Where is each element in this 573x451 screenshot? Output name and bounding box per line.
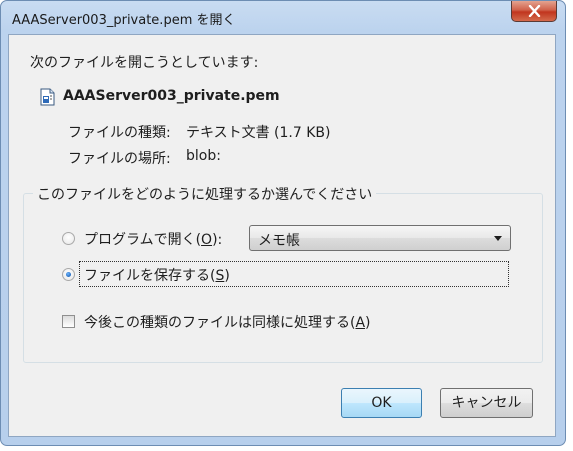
remember-choice-checkbox[interactable] [62, 315, 75, 328]
title-bar[interactable]: AAAServer003_private.pem を開く [1, 1, 565, 35]
window-title: AAAServer003_private.pem を開く [12, 13, 236, 28]
file-type-value: テキスト文書 (1.7 KB) [186, 125, 331, 141]
action-group-title: このファイルをどのように処理するか選んでください [33, 184, 377, 204]
open-with-radio[interactable] [62, 232, 75, 245]
file-location-value: blob: [186, 148, 221, 164]
close-button[interactable] [511, 1, 557, 22]
save-file-label[interactable]: ファイルを保存する(S) [84, 265, 230, 285]
file-type-label: ファイルの種類: [68, 125, 171, 141]
program-select-value: メモ帳 [258, 233, 300, 249]
chevron-down-icon [494, 236, 502, 241]
intro-text: 次のファイルを開こうとしています: [30, 55, 259, 71]
program-select[interactable]: メモ帳 [249, 225, 511, 251]
text-file-icon [40, 88, 55, 106]
open-with-label[interactable]: プログラムで開く(O): [84, 229, 222, 249]
remember-choice-label[interactable]: 今後この種類のファイルは同様に処理する(A) [84, 312, 371, 332]
file-location-label: ファイルの場所: [68, 151, 171, 167]
cancel-button[interactable]: キャンセル [440, 388, 533, 418]
save-file-radio[interactable] [62, 268, 75, 281]
close-icon [528, 5, 541, 17]
file-name: AAAServer003_private.pem [63, 88, 280, 104]
ok-button[interactable]: OK [341, 388, 422, 418]
